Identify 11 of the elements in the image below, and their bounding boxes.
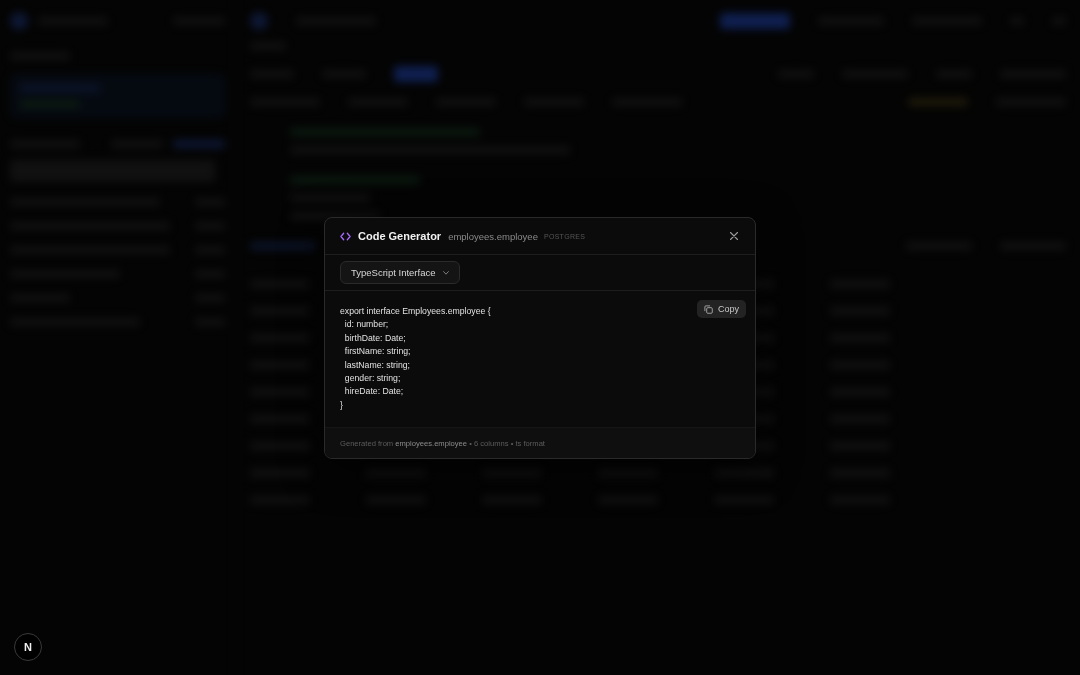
dev-tools-button[interactable]: N xyxy=(14,633,42,661)
format-select[interactable]: TypeScript Interface xyxy=(340,261,461,284)
code-text: export interface Employees.employee { id: number; birthDate: Date; firstName: string; lastName: string; gender: string; hireDate: Date; } xyxy=(340,305,491,412)
close-icon xyxy=(730,232,738,240)
close-button[interactable] xyxy=(728,230,740,242)
table-name: employees.employee xyxy=(448,230,538,242)
caret-icon xyxy=(443,270,450,275)
copy-icon xyxy=(704,304,713,314)
copy-button[interactable]: Copy xyxy=(697,300,746,318)
dialog-title: Code Generator xyxy=(358,230,442,242)
code-icon xyxy=(340,231,351,241)
